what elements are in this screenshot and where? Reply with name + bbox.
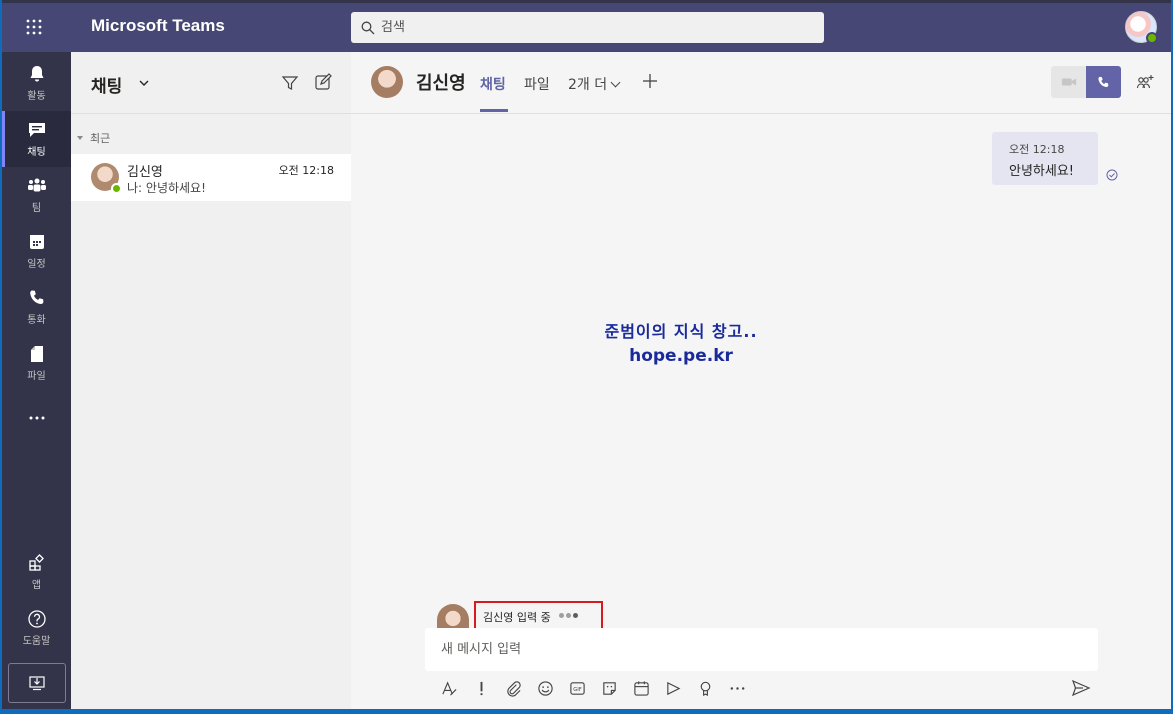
rail-label: 파일: [27, 371, 46, 382]
watermark-line2: hope.pe.kr: [629, 346, 733, 366]
title-bar: Microsoft Teams: [2, 3, 1171, 52]
chat-item-time: 오전 12:18: [278, 164, 334, 177]
filter-icon[interactable]: [281, 74, 299, 92]
help-icon: [27, 610, 46, 628]
rail-item-apps[interactable]: 앱: [2, 544, 71, 600]
search-input[interactable]: [381, 20, 801, 35]
chat-icon: [28, 123, 45, 137]
rail-label: 채팅: [27, 147, 46, 158]
contact-name: 김신영: [416, 73, 466, 94]
read-receipt-icon: [1106, 169, 1118, 181]
rail-item-teams[interactable]: 팀: [2, 167, 71, 223]
search-bar[interactable]: [351, 12, 824, 43]
chat-item-name: 김신영: [127, 165, 163, 180]
chat-list-header: 채팅: [71, 52, 351, 114]
rail-label: 앱: [31, 580, 42, 591]
download-icon: [29, 676, 45, 691]
rail-item-calendar[interactable]: 일정: [2, 223, 71, 279]
active-tab-indicator: [480, 109, 508, 112]
message-time: 오전 12:18: [1009, 143, 1065, 156]
collapse-triangle-icon: [77, 136, 83, 140]
rail-label: 활동: [27, 91, 46, 102]
avatar[interactable]: [371, 66, 403, 98]
teams-icon: [27, 178, 46, 192]
rail-item-activity[interactable]: 활동: [2, 55, 71, 111]
watermark-line1: 준범이의 지식 창고..: [604, 322, 758, 341]
typing-indicator-text: 김신영 입력 중: [483, 611, 551, 624]
search-icon: [361, 21, 375, 34]
section-label: 최근: [90, 132, 111, 145]
rail-item-chat[interactable]: 채팅: [2, 111, 71, 167]
more-icon: [29, 416, 44, 419]
avatar: [91, 163, 122, 194]
file-icon: [30, 346, 43, 362]
rail-label: 도움말: [22, 636, 51, 647]
svg-text:GIF: GIF: [573, 686, 582, 692]
add-tab-icon[interactable]: [641, 72, 659, 90]
chevron-down-icon[interactable]: [137, 76, 151, 90]
rail-item-help[interactable]: 도움말: [2, 600, 71, 656]
typing-indicator: 김신영 입력 중: [474, 601, 603, 630]
message-input[interactable]: [441, 628, 1081, 671]
emoji-icon[interactable]: [535, 678, 555, 698]
format-icon[interactable]: [439, 678, 459, 698]
attach-icon[interactable]: [503, 678, 523, 698]
video-camera-icon: [1061, 78, 1076, 86]
presence-available-icon: [111, 183, 122, 194]
tab-files[interactable]: 파일: [524, 74, 550, 94]
gif-icon[interactable]: GIF: [567, 678, 587, 698]
compose-box[interactable]: [425, 628, 1098, 671]
message-text: 안녕하세요!: [1009, 164, 1075, 179]
tab-more-label: 2개 더: [568, 77, 608, 93]
new-chat-icon[interactable]: [314, 73, 332, 91]
chat-list-pane: 채팅 최근 김신영 오전 12:18 나: 안녕하세요!: [71, 52, 351, 709]
praise-icon[interactable]: [695, 678, 715, 698]
more-options-icon[interactable]: [727, 678, 747, 698]
calendar-icon: [29, 235, 44, 249]
profile-avatar[interactable]: [1125, 11, 1158, 44]
apps-icon: [28, 554, 44, 571]
important-icon[interactable]: [471, 678, 491, 698]
teams-window: Microsoft Teams 활동 채팅 팀 일정 통화: [2, 0, 1171, 709]
rail-label: 일정: [27, 259, 46, 270]
chat-list-title[interactable]: 채팅: [91, 72, 122, 97]
audio-call-button[interactable]: [1086, 66, 1121, 98]
schedule-meeting-icon[interactable]: [631, 678, 651, 698]
rail-item-calls[interactable]: 통화: [2, 279, 71, 335]
bell-icon: [30, 66, 43, 82]
phone-icon: [1098, 76, 1109, 87]
rail-label: 통화: [27, 315, 46, 326]
sticker-icon[interactable]: [599, 678, 619, 698]
typing-dots-icon: [558, 613, 580, 618]
app-title: Microsoft Teams: [91, 16, 225, 35]
presence-available-icon: [1146, 32, 1158, 44]
chat-list-item[interactable]: 김신영 오전 12:18 나: 안녕하세요!: [71, 154, 351, 201]
video-call-button[interactable]: [1051, 66, 1086, 98]
rail-item-more[interactable]: [2, 391, 71, 447]
chat-item-preview: 나: 안녕하세요!: [127, 181, 206, 195]
chevron-down-icon: [610, 77, 621, 88]
conversation-header: 김신영 채팅 파일 2개 더: [351, 52, 1171, 114]
rail-item-files[interactable]: 파일: [2, 335, 71, 391]
recent-section-header[interactable]: 최근: [77, 130, 110, 146]
tab-more[interactable]: 2개 더: [568, 74, 621, 94]
phone-icon: [29, 290, 43, 305]
add-people-icon[interactable]: [1136, 74, 1154, 92]
tab-chat[interactable]: 채팅: [480, 74, 506, 94]
watermark: 준범이의 지식 창고.. hope.pe.kr: [581, 318, 781, 366]
stream-icon[interactable]: [663, 678, 683, 698]
avatar: [437, 604, 469, 628]
app-launcher-icon[interactable]: [18, 13, 50, 41]
download-app-button[interactable]: [8, 663, 66, 703]
message-bubble[interactable]: 오전 12:18 안녕하세요!: [992, 132, 1098, 185]
conversation-pane: 김신영 채팅 파일 2개 더 오전 12:18 안녕하세요! 준범이의 지식 창…: [351, 52, 1171, 709]
app-bar: 활동 채팅 팀 일정 통화 파일 앱 도움말: [2, 52, 71, 709]
rail-label: 팀: [31, 203, 42, 214]
send-icon[interactable]: [1071, 678, 1091, 698]
